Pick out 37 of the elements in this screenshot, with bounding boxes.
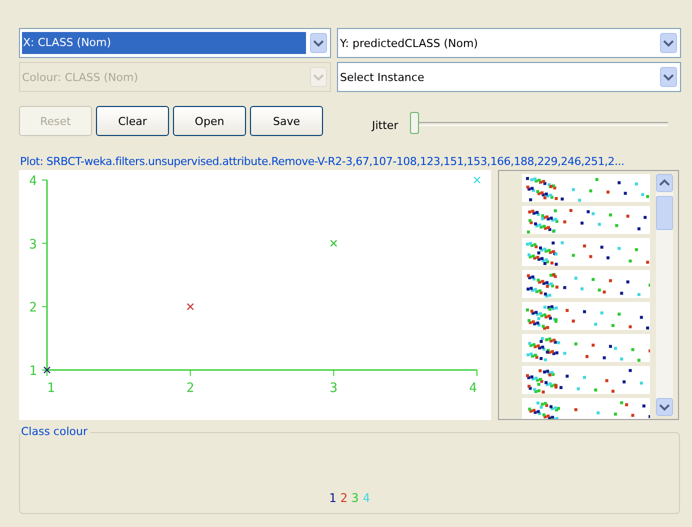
dropdown[interactable]: Y: predictedCLASS (Nom) (337, 28, 681, 58)
class-label[interactable]: 1 (329, 491, 336, 505)
scroll-up-icon[interactable] (656, 174, 673, 192)
attribute-scatter-strip[interactable] (522, 398, 650, 419)
toolbar-button[interactable]: Open (173, 106, 246, 136)
y-tick-label: 2 (29, 300, 37, 316)
x-tick-label: 1 (47, 381, 55, 396)
dropdown[interactable]: Select Instance (337, 62, 681, 92)
toolbar-button[interactable]: Save (250, 106, 323, 136)
attribute-scatter-strip[interactable] (522, 366, 650, 394)
attribute-scatter-strip[interactable] (522, 174, 650, 202)
chevron-down-icon (660, 33, 677, 53)
toolbar-button[interactable]: Clear (96, 106, 169, 136)
scroll-down-icon[interactable] (656, 398, 673, 416)
chevron-down-icon (310, 33, 327, 53)
scrollbar[interactable] (656, 174, 673, 416)
dropdown[interactable]: X: CLASS (Nom) (19, 28, 331, 58)
panel-title: Class colour (21, 425, 90, 438)
attribute-scatter-strip[interactable] (522, 206, 650, 234)
chevron-down-icon (310, 67, 327, 87)
attribute-scatter-strip[interactable] (522, 334, 650, 362)
attribute-scatter-strip[interactable] (522, 270, 650, 298)
x-tick-label: 4 (469, 381, 477, 396)
y-tick-label: 1 (29, 364, 37, 379)
plot-title: Plot: SRBCT-weka.filters.unsupervised.attribute.Remove-V-R2-3,67,107-108,123,151,153,166,188,229,246,251,2... (20, 155, 626, 168)
slider-thumb[interactable] (410, 112, 420, 134)
attribute-scatter-strip[interactable] (522, 302, 650, 330)
jitter-slider[interactable] (410, 112, 668, 134)
x-tick-label: 2 (186, 381, 194, 396)
class-label[interactable]: 2 (340, 491, 348, 505)
x-tick-label: 3 (330, 381, 338, 396)
jitter-label: Jitter (372, 118, 398, 132)
y-tick-label: 4 (29, 174, 37, 189)
scroll-thumb[interactable] (656, 196, 673, 230)
chevron-down-icon (660, 67, 677, 87)
attribute-scatter-strip[interactable] (522, 238, 650, 266)
y-tick-label: 3 (29, 237, 37, 252)
